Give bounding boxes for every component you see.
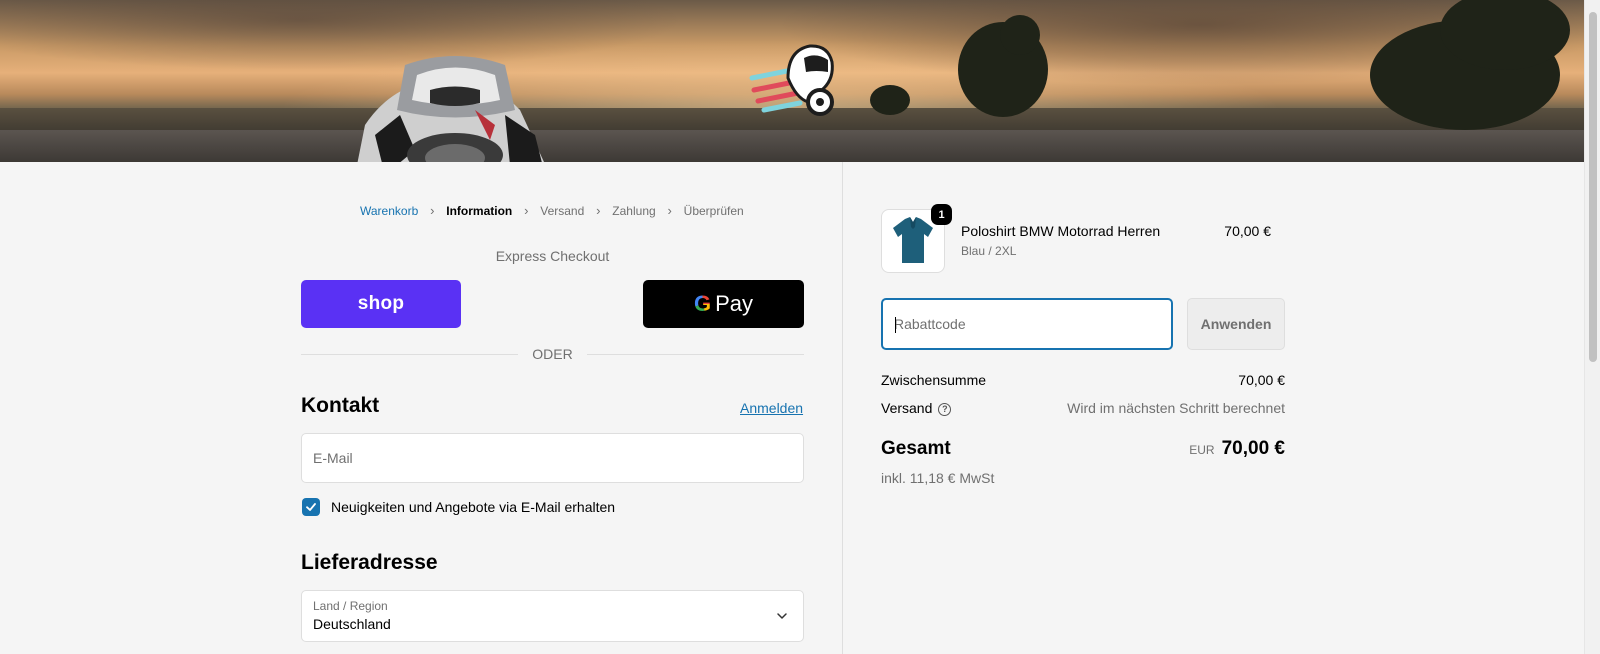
newsletter-option[interactable]: Neuigkeiten und Angebote via E-Mail erha… <box>302 498 615 516</box>
breadcrumb-review: Überprüfen <box>683 203 744 218</box>
breadcrumb-payment: Zahlung <box>612 203 656 218</box>
country-select[interactable]: Land / Region Deutschland <box>301 590 804 642</box>
google-pay-button[interactable]: G Pay <box>643 280 804 328</box>
email-field-wrapper <box>301 433 804 483</box>
breadcrumb: Warenkorb › Information › Versand › Zahl… <box>360 203 744 218</box>
total-currency: EUR <box>1189 443 1215 457</box>
breadcrumb-cart[interactable]: Warenkorb <box>360 204 418 218</box>
page-scrollbar[interactable] <box>1584 0 1600 654</box>
or-divider: ODER <box>301 346 805 362</box>
product-name: Poloshirt BMW Motorrad Herren <box>961 223 1161 239</box>
help-icon[interactable]: ? <box>938 402 952 416</box>
total-row: Gesamt EUR 70,00 € <box>881 438 1285 460</box>
chevron-right-icon: › <box>430 203 435 218</box>
country-label: Land / Region <box>313 599 388 613</box>
chevron-right-icon: › <box>667 203 672 218</box>
shipping-label: Versand <box>881 400 933 416</box>
subtotal-label: Zwischensumme <box>881 372 987 388</box>
polo-shirt-image <box>893 217 933 263</box>
chevron-right-icon: › <box>524 203 529 218</box>
express-checkout-title: Express Checkout <box>495 248 610 264</box>
banner-road <box>0 130 1584 162</box>
shop-pay-label: shop <box>357 293 405 314</box>
store-logo[interactable] <box>748 40 840 120</box>
order-summary-column: 1 Poloshirt BMW Motorrad Herren Blau / 2… <box>842 162 1584 654</box>
product-variant: Blau / 2XL <box>961 244 1017 258</box>
total-label: Gesamt <box>881 438 951 459</box>
google-pay-label: Pay <box>715 291 754 316</box>
shipping-address-heading: Lieferadresse <box>301 551 438 574</box>
discount-code-wrapper <box>881 298 1173 350</box>
banner-tree <box>870 85 910 115</box>
checkout-main: Warenkorb › Information › Versand › Zahl… <box>0 162 1584 654</box>
contact-heading: Kontakt <box>301 394 380 417</box>
shipping-row: Versand? Wird im nächsten Schritt berech… <box>881 400 1285 416</box>
banner-tree <box>1000 15 1040 55</box>
chevron-down-icon <box>777 613 787 619</box>
divider-line <box>586 353 805 355</box>
or-label: ODER <box>532 346 573 362</box>
shipping-value: Wird im nächsten Schritt berechnet <box>1067 400 1285 416</box>
discount-code-input[interactable] <box>883 300 1171 348</box>
rider-logo-icon <box>749 44 834 116</box>
tax-note: inkl. 11,18 € MwSt <box>881 470 995 486</box>
google-g-icon: G <box>693 291 712 316</box>
newsletter-label: Neuigkeiten und Angebote via E-Mail erha… <box>331 499 616 515</box>
chevron-right-icon: › <box>596 203 601 218</box>
login-link[interactable]: Anmelden <box>740 400 803 416</box>
checkout-form-column: Warenkorb › Information › Versand › Zahl… <box>0 162 842 654</box>
total-amount: 70,00 € <box>1221 438 1285 459</box>
header-banner <box>0 0 1584 162</box>
product-price: 70,00 € <box>1224 223 1271 239</box>
subtotal-row: Zwischensumme 70,00 € <box>881 372 1285 388</box>
country-value: Deutschland <box>313 616 391 632</box>
divider-line <box>301 353 519 355</box>
shop-pay-button[interactable]: shop <box>301 280 461 328</box>
scrollbar-thumb[interactable] <box>1589 12 1597 362</box>
apply-discount-button[interactable]: Anwenden <box>1187 298 1285 350</box>
checkmark-icon <box>306 503 316 511</box>
quantity-badge: 1 <box>931 204 952 225</box>
breadcrumb-shipping: Versand <box>540 203 585 218</box>
subtotal-value: 70,00 € <box>1238 372 1285 388</box>
newsletter-checkbox[interactable] <box>302 498 320 516</box>
motorcycle-rider-image <box>357 56 544 162</box>
email-field[interactable] <box>302 434 803 482</box>
breadcrumb-information: Information <box>446 203 513 218</box>
text-cursor <box>895 317 896 333</box>
